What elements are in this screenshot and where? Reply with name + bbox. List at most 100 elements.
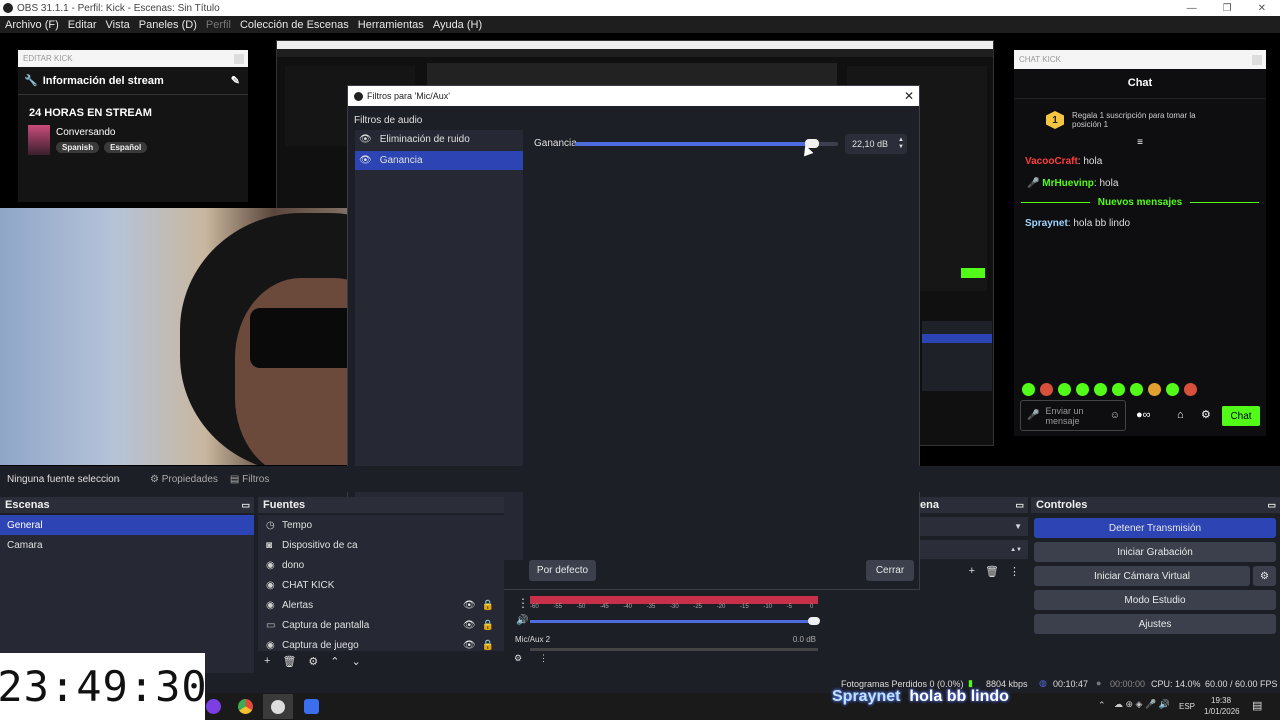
dialog-close-icon[interactable]: ✕ [904,89,914,103]
duration-spinbox[interactable]: ▲▼ [920,540,1028,559]
emote-icon[interactable] [1022,383,1035,396]
emote-icon[interactable] [1112,383,1125,396]
collapse-icon[interactable]: ≡ [1014,137,1266,148]
menu-editar[interactable]: Editar [68,19,97,31]
menu-herramientas[interactable]: Herramientas [358,19,424,31]
source-item[interactable]: ◉ CHAT KICK [258,575,504,595]
dock-menu-icon[interactable]: ▭ [1267,500,1276,511]
emote-icon[interactable] [1076,383,1089,396]
properties-button[interactable]: ⚙ Propiedades [150,474,218,485]
source-item[interactable]: ◉ Alertas 👁 🔒 [258,595,504,615]
eye-icon[interactable]: 👁 [359,134,372,145]
visibility-eye-icon[interactable]: 👁 [463,640,476,651]
emote-icon[interactable] [1184,383,1197,396]
dock-float-icon[interactable] [234,53,244,64]
obs-taskbar-icon[interactable] [263,694,293,719]
speaker-icon[interactable]: 🔊 [516,615,528,626]
dock-float-icon[interactable] [1252,54,1262,65]
emote-icon[interactable] [1166,383,1179,396]
points-icon[interactable]: ●∞ [1136,409,1151,421]
chat-settings-icon[interactable]: ⚙ [1201,408,1211,421]
input-language[interactable]: ESP [1179,702,1195,711]
lock-icon[interactable]: 🔒 [482,640,494,651]
chat-user[interactable]: MrHuevinp [1042,178,1094,189]
chat-input[interactable]: 🎤 Enviar un mensaje ☺ [1020,400,1126,431]
dock-menu-icon[interactable]: ▭ [241,500,250,511]
source-item[interactable]: ◉ dono [258,555,504,575]
emote-icon[interactable] [1130,383,1143,396]
chrome-icon[interactable] [238,699,253,714]
virtual-cam-settings-button[interactable]: ⚙ [1253,566,1276,586]
app-icon[interactable] [206,699,221,714]
menu-paneles[interactable]: Paneles (D) [139,19,197,31]
spin-down-icon[interactable]: ▼ [898,144,904,151]
close-dialog-button[interactable]: Cerrar [866,560,914,581]
transition-select[interactable]: ▼ [920,517,1028,536]
mixer-settings-icon[interactable]: ⚙ [514,653,522,664]
mixer-more-icon[interactable]: ⋮ [539,653,548,664]
lock-icon[interactable]: 🔒 [482,600,494,611]
stop-stream-button[interactable]: Detener Transmisión [1034,518,1276,538]
close-window-button[interactable]: ✕ [1258,3,1266,14]
monitor-icon: ▭ [266,619,276,631]
studio-mode-button[interactable]: Modo Estudio [1034,590,1276,610]
menu-vista[interactable]: Vista [106,19,130,31]
remove-transition-button[interactable]: 🗑 [985,565,999,578]
spin-up-icon[interactable]: ▲ [898,137,904,144]
menu-archivo[interactable]: Archivo (F) [5,19,59,31]
gain-spinbox[interactable]: 22,10 dB ▲ ▼ [845,134,907,154]
emote-icon[interactable] [1040,383,1053,396]
menu-ayuda[interactable]: Ayuda (H) [433,19,482,31]
chat-user[interactable]: VacooCraft [1025,156,1078,167]
visibility-eye-icon[interactable]: 👁 [463,600,476,611]
source-item[interactable]: ◉ Captura de juego 👁 🔒 [258,635,504,651]
properties-label: Propiedades [161,473,218,485]
scene-item-general[interactable]: General [0,515,254,535]
menu-coleccion[interactable]: Colección de Escenas [240,19,349,31]
start-recording-button[interactable]: Iniciar Grabación [1034,542,1276,562]
tray-icons[interactable]: ☁ ⊕ ◈ 🎤 🔊 [1114,699,1170,710]
dock-menu-icon[interactable]: ▭ [1015,500,1024,511]
filters-button[interactable]: ▤ Filtros [230,474,269,485]
emote-icon[interactable] [1094,383,1107,396]
chat-user[interactable]: Spraynet [1025,218,1068,229]
start-virtual-cam-button[interactable]: Iniciar Cámara Virtual [1034,566,1250,586]
add-source-button[interactable]: + [264,655,270,668]
scene-item-camara[interactable]: Camara [0,535,254,555]
send-chat-button[interactable]: Chat [1222,406,1260,426]
app2-icon[interactable] [304,699,319,714]
eye-icon[interactable]: 👁 [359,155,372,166]
taskbar-time[interactable]: 19:38 [1211,696,1231,705]
source-item[interactable]: ▭ Captura de pantalla 👁 🔒 [258,615,504,635]
pinned-gift-message[interactable]: Regala 1 suscripción para tomar la posic… [1072,111,1202,129]
volume-slider[interactable] [530,617,820,625]
source-up-button[interactable]: ⌃ [330,655,339,668]
restore-button[interactable]: ❐ [1223,3,1232,14]
remove-source-button[interactable]: 🗑 [282,655,296,668]
menu-perfil[interactable]: Perfil [206,19,231,31]
taskbar-date[interactable]: 1/01/2026 [1204,707,1240,716]
transition-menu-button[interactable]: ⋮ [1009,565,1020,578]
emote-icon[interactable] [1148,383,1161,396]
emote-icon[interactable] [1058,383,1071,396]
defaults-button[interactable]: Por defecto [529,560,596,581]
minimize-button[interactable]: — [1187,3,1197,14]
source-item[interactable]: ◙ Dispositivo de ca [258,535,504,555]
mixer-menu-icon[interactable]: ⋮ [517,596,529,610]
store-icon[interactable]: ⌂ [1177,409,1184,421]
gain-slider[interactable] [575,139,838,148]
tray-up-icon[interactable]: ⌃ [1098,700,1106,711]
notification-icon[interactable]: ▤ [1252,699,1262,712]
filter-item-gain[interactable]: 👁 Ganancia [355,151,523,170]
lock-icon[interactable]: 🔒 [482,620,494,631]
emoji-icon[interactable]: ☺ [1110,410,1120,421]
settings-button[interactable]: Ajustes [1034,614,1276,634]
volume-slider-thumb[interactable] [808,617,820,625]
source-settings-button[interactable]: ⚙ [308,655,318,668]
visibility-eye-icon[interactable]: 👁 [463,620,476,631]
filter-item-noise[interactable]: 👁 Eliminación de ruido [355,130,523,149]
source-down-button[interactable]: ⌄ [352,655,361,668]
edit-pencil-icon[interactable]: ✎ [231,74,240,87]
source-item[interactable]: ◷ Tempo [258,515,504,535]
add-transition-button[interactable]: + [969,565,975,578]
